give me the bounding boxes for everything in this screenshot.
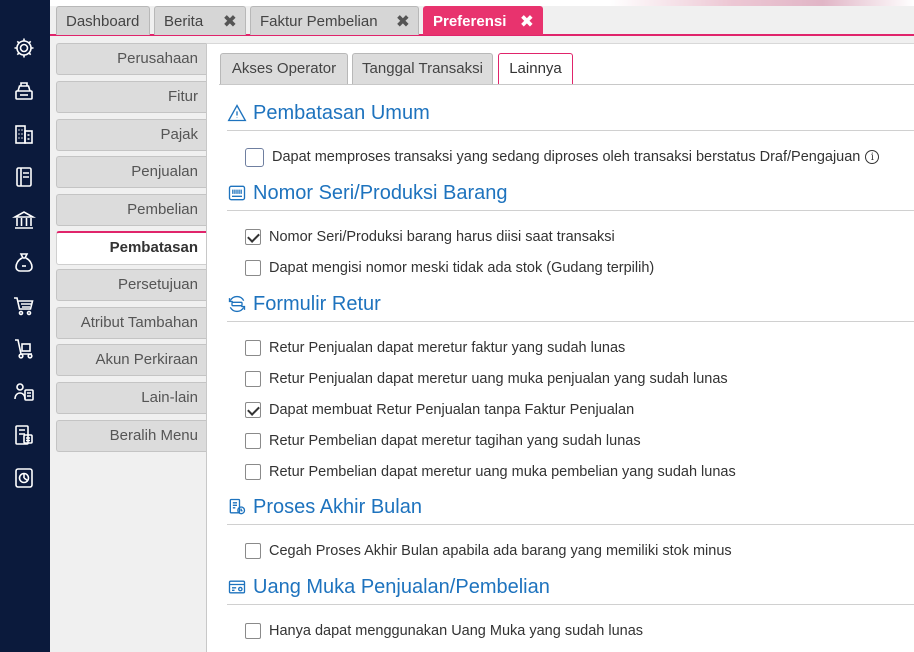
sidemenu-item-penjualan[interactable]: Penjualan [56, 156, 206, 188]
sidemenu-item-perusahaan[interactable]: Perusahaan [56, 43, 206, 75]
money-bag-icon[interactable] [11, 250, 37, 276]
content-panel: Akses Operator Tanggal Transaksi Lainnya… [206, 43, 914, 652]
subtab-lainnya[interactable]: Lainnya [498, 53, 573, 85]
section-title: Nomor Seri/Produksi Barang [227, 180, 508, 206]
book-icon[interactable] [11, 164, 37, 190]
sidemenu-item-beralih-menu[interactable]: Beralih Menu [56, 420, 206, 452]
preferences-side-menu: Perusahaan Fitur Pajak Penjualan Pembeli… [50, 38, 206, 652]
section-title: Formulir Retur [227, 291, 381, 317]
option-label: Dapat mengisi nomor meski tidak ada stok… [269, 260, 655, 276]
option-label: Retur Pembelian dapat meretur uang muka … [269, 464, 736, 480]
checkbox[interactable] [245, 623, 261, 639]
checkbox[interactable] [245, 371, 261, 387]
option-row[interactable]: Retur Pembelian dapat meretur uang muka … [245, 461, 736, 483]
option-label: Nomor Seri/Produksi barang harus diisi s… [269, 229, 615, 245]
return-icon [228, 295, 246, 313]
sidemenu-item-lain-lain[interactable]: Lain-lain [56, 382, 206, 414]
option-row[interactable]: Dapat membuat Retur Penjualan tanpa Fakt… [245, 399, 634, 421]
building-icon[interactable] [11, 121, 37, 147]
subtab-akses-operator[interactable]: Akses Operator [220, 53, 348, 84]
option-row[interactable]: Cegah Proses Akhir Bulan apabila ada bar… [245, 540, 732, 562]
down-payment-icon [228, 580, 246, 594]
checkbox[interactable] [245, 229, 261, 245]
close-icon[interactable]: ✖ [396, 12, 410, 32]
accounting-icon[interactable] [11, 379, 37, 405]
cash-register-icon[interactable] [11, 78, 37, 104]
sidemenu-item-pembelian[interactable]: Pembelian [56, 194, 206, 226]
sidemenu-item-pembatasan[interactable]: Pembatasan [56, 231, 206, 265]
sidemenu-item-fitur[interactable]: Fitur [56, 81, 206, 113]
tab-label: Berita [164, 12, 204, 30]
sidemenu-item-persetujuan[interactable]: Persetujuan [56, 269, 206, 301]
option-label: Hanya dapat menggunakan Uang Muka yang s… [269, 623, 644, 639]
option-row[interactable]: Nomor Seri/Produksi barang harus diisi s… [245, 226, 615, 248]
tab-faktur-pembelian[interactable]: Faktur Pembelian ✖ [250, 6, 419, 35]
option-label: Retur Penjualan dapat meretur faktur yan… [269, 340, 626, 356]
gear-icon[interactable] [11, 35, 37, 61]
tab-dashboard[interactable]: Dashboard [56, 6, 150, 35]
subtab-tanggal-transaksi[interactable]: Tanggal Transaksi [352, 53, 493, 84]
option-row[interactable]: Dapat mengisi nomor meski tidak ada stok… [245, 257, 654, 279]
tab-label: Dashboard [66, 12, 140, 30]
hand-truck-icon[interactable] [11, 336, 37, 362]
bank-icon[interactable] [11, 207, 37, 233]
sidemenu-item-atribut-tambahan[interactable]: Atribut Tambahan [56, 307, 206, 339]
option-label: Retur Pembelian dapat meretur tagihan ya… [269, 433, 641, 449]
sidemenu-item-akun-perkiraan[interactable]: Akun Perkiraan [56, 344, 206, 376]
sidemenu-item-pajak[interactable]: Pajak [56, 119, 206, 151]
checkbox[interactable] [245, 402, 261, 418]
checkbox[interactable] [245, 543, 261, 559]
info-icon[interactable]: i [865, 150, 880, 164]
checkbox[interactable] [245, 260, 261, 276]
close-icon[interactable]: ✖ [223, 12, 237, 32]
checkbox[interactable] [245, 147, 264, 167]
warning-icon [227, 104, 247, 122]
main-tabbar: Dashboard Berita ✖ Faktur Pembelian ✖ Pr… [50, 6, 914, 36]
option-row[interactable]: Retur Penjualan dapat meretur faktur yan… [245, 337, 625, 359]
option-row[interactable]: Retur Pembelian dapat meretur tagihan ya… [245, 430, 641, 452]
option-label: Cegah Proses Akhir Bulan apabila ada bar… [269, 543, 732, 559]
option-label: Dapat memproses transaksi yang sedang di… [272, 149, 861, 165]
section-title: Uang Muka Penjualan/Pembelian [227, 574, 550, 600]
section-title: Proses Akhir Bulan [227, 494, 422, 520]
barcode-icon [228, 185, 246, 201]
tab-berita[interactable]: Berita ✖ [154, 6, 246, 35]
checkbox[interactable] [245, 340, 261, 356]
tab-preferensi[interactable]: Preferensi ✖ [423, 6, 543, 35]
option-label: Retur Penjualan dapat meretur uang muka … [269, 371, 728, 387]
left-nav [0, 0, 50, 652]
option-label: Dapat membuat Retur Penjualan tanpa Fakt… [269, 402, 635, 418]
section-title: Pembatasan Umum [227, 100, 430, 126]
tab-label: Faktur Pembelian [260, 12, 378, 30]
report-chart-icon[interactable] [11, 465, 37, 491]
tax-icon[interactable] [11, 422, 37, 448]
option-row[interactable]: Dapat memproses transaksi yang sedang di… [245, 146, 880, 168]
tab-label: Preferensi [433, 12, 507, 30]
option-row[interactable]: Retur Penjualan dapat meretur uang muka … [245, 368, 728, 390]
month-end-icon [229, 498, 246, 515]
checkbox[interactable] [245, 433, 261, 449]
cart-icon[interactable] [11, 293, 37, 319]
option-row[interactable]: Hanya dapat menggunakan Uang Muka yang s… [245, 620, 643, 642]
close-icon[interactable]: ✖ [520, 12, 534, 32]
checkbox[interactable] [245, 464, 261, 480]
